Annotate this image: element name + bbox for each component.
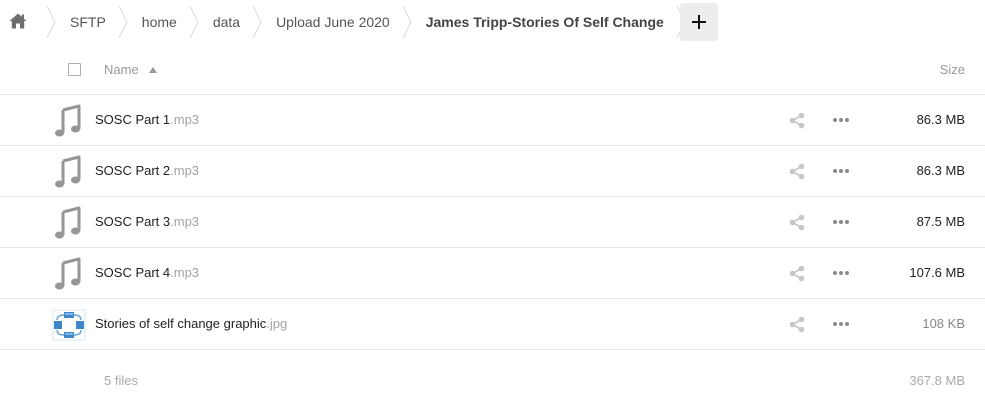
sort-ascending-icon[interactable] [149, 67, 157, 73]
share-icon[interactable] [789, 214, 805, 231]
breadcrumb-sftp[interactable]: SFTP [56, 0, 128, 44]
image-thumbnail [52, 309, 86, 341]
file-name[interactable]: SOSC Part 4.mp3 [95, 265, 199, 280]
file-size: 86.3 MB [916, 163, 965, 178]
audio-file-icon [55, 104, 81, 137]
breadcrumb-separator [402, 6, 412, 38]
file-row[interactable]: Stories of self change graphic.jpg 108 K… [0, 299, 985, 350]
total-size: 367.8 MB [909, 373, 965, 388]
breadcrumb: SFTP home data Upload June 2020 James Tr… [0, 0, 985, 44]
breadcrumb-home-folder[interactable]: home [128, 0, 199, 44]
more-options-icon[interactable] [832, 267, 850, 279]
file-basename: SOSC Part 3 [95, 214, 171, 229]
audio-file-icon [55, 257, 81, 290]
file-extension: .mp3 [170, 214, 200, 229]
file-extension: .mp3 [170, 112, 200, 127]
share-icon[interactable] [789, 316, 805, 333]
file-name[interactable]: SOSC Part 3.mp3 [95, 214, 199, 229]
share-icon[interactable] [789, 265, 805, 282]
audio-file-icon [55, 206, 81, 239]
more-options-icon[interactable] [832, 114, 850, 126]
file-list: SOSC Part 1.mp3 86.3 MB SOSC Part 2.mp3 [0, 95, 985, 350]
breadcrumb-home[interactable] [0, 0, 56, 44]
new-item-button[interactable] [680, 3, 718, 41]
file-size: 86.3 MB [916, 112, 965, 127]
more-options-icon[interactable] [832, 165, 850, 177]
file-basename: Stories of self change graphic [95, 316, 267, 331]
file-name[interactable]: SOSC Part 1.mp3 [95, 112, 199, 127]
share-icon[interactable] [789, 163, 805, 180]
file-basename: SOSC Part 4 [95, 265, 171, 280]
file-list-header: Name Size [0, 44, 985, 95]
breadcrumb-separator [118, 6, 128, 38]
file-name[interactable]: SOSC Part 2.mp3 [95, 163, 199, 178]
file-size: 87.5 MB [916, 214, 965, 229]
breadcrumb-label: James Tripp-Stories Of Self Change [425, 14, 664, 30]
file-count: 5 files [104, 373, 138, 388]
file-row[interactable]: SOSC Part 2.mp3 86.3 MB [0, 146, 985, 197]
file-size: 107.6 MB [909, 265, 965, 280]
file-row[interactable]: SOSC Part 3.mp3 87.5 MB [0, 197, 985, 248]
size-column-header[interactable]: Size [940, 62, 965, 77]
breadcrumb-data[interactable]: data [199, 0, 262, 44]
file-extension: .jpg [266, 316, 288, 331]
share-icon[interactable] [789, 112, 805, 129]
file-extension: .mp3 [170, 163, 200, 178]
more-options-icon[interactable] [832, 216, 850, 228]
file-row[interactable]: SOSC Part 4.mp3 107.6 MB [0, 248, 985, 299]
breadcrumb-current-folder[interactable]: James Tripp-Stories Of Self Change [412, 0, 686, 44]
audio-file-icon [55, 155, 81, 188]
file-size: 108 KB [922, 316, 965, 331]
select-all-checkbox[interactable] [68, 63, 81, 76]
breadcrumb-upload-june-2020[interactable]: Upload June 2020 [262, 0, 412, 44]
breadcrumb-label: Upload June 2020 [276, 14, 390, 30]
file-extension: .mp3 [170, 265, 200, 280]
breadcrumb-separator [46, 6, 56, 38]
file-list-summary: 5 files 367.8 MB [0, 352, 985, 405]
name-column-header[interactable]: Name [104, 62, 139, 77]
more-options-icon[interactable] [832, 318, 850, 330]
plus-icon [692, 15, 706, 29]
file-basename: SOSC Part 2 [95, 163, 171, 178]
home-icon [9, 13, 27, 29]
file-basename: SOSC Part 1 [95, 112, 171, 127]
file-row[interactable]: SOSC Part 1.mp3 86.3 MB [0, 95, 985, 146]
breadcrumb-separator [252, 6, 262, 38]
breadcrumb-separator [189, 6, 199, 38]
file-name[interactable]: Stories of self change graphic.jpg [95, 316, 287, 331]
